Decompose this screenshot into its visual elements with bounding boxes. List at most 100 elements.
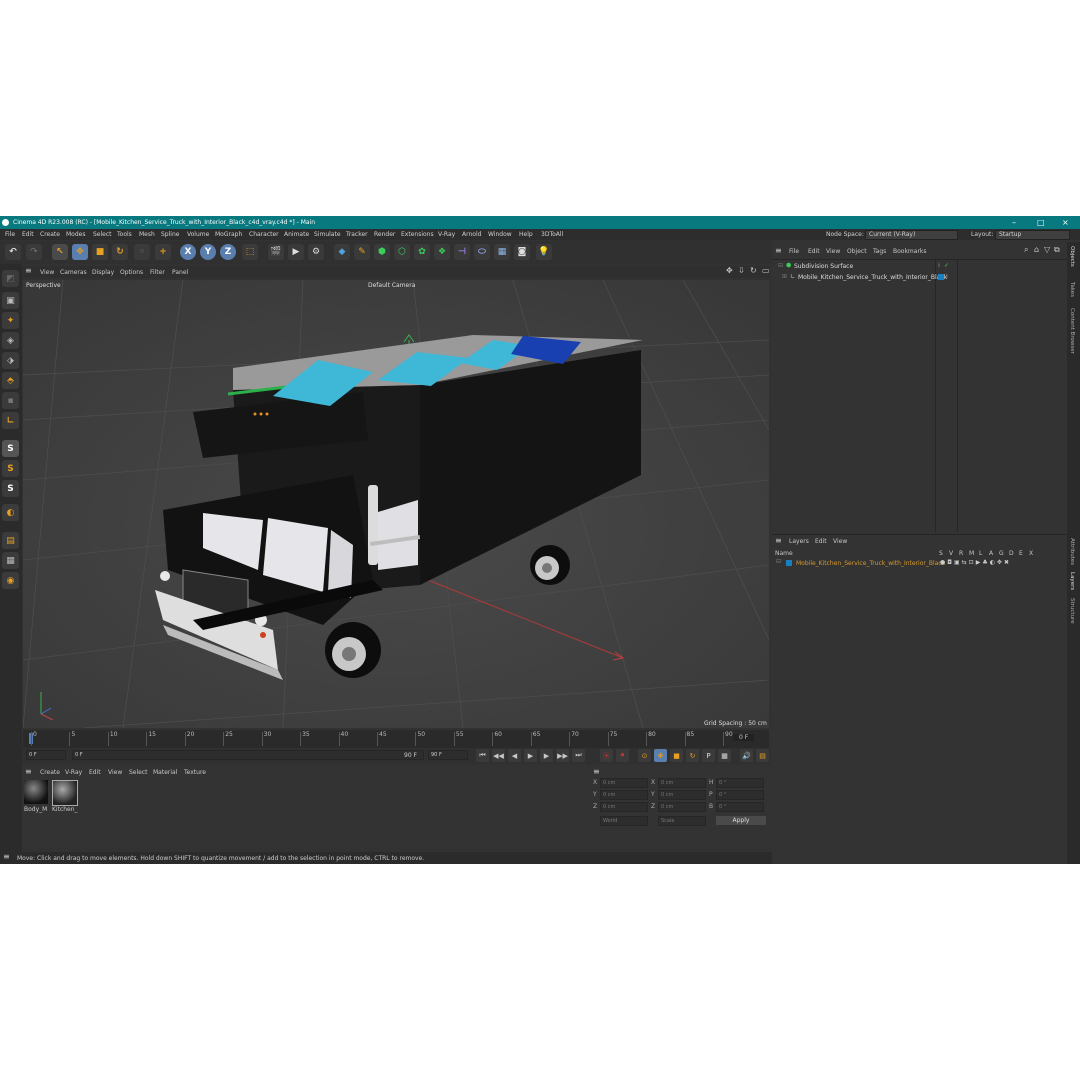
layer-column-header[interactable]: D: [1009, 550, 1014, 557]
mat-menu-material[interactable]: Material: [153, 769, 177, 776]
preview-range-start[interactable]: 0 F: [72, 750, 424, 760]
rotation-p-field[interactable]: 0 °: [716, 790, 764, 800]
mograph-icon[interactable]: ❖: [434, 244, 450, 260]
menu-window[interactable]: Window: [488, 231, 512, 238]
vp-menu-cameras[interactable]: Cameras: [60, 269, 87, 276]
node-space-dropdown[interactable]: Current (V-Ray): [865, 230, 958, 240]
sound-icon[interactable]: 🔊: [740, 749, 753, 762]
object-row[interactable]: ⊞ ∟ Mobile_Kitchen_Service_Truck_with_In…: [782, 273, 948, 283]
solo-off-icon[interactable]: S: [2, 440, 19, 457]
light-icon[interactable]: 💡: [536, 244, 552, 260]
menu-animate[interactable]: Animate: [284, 231, 309, 238]
menu-arnold[interactable]: Arnold: [462, 231, 481, 238]
coord-menu-icon[interactable]: ≡: [593, 767, 600, 776]
layer-menu-icon[interactable]: ≡: [775, 536, 782, 545]
rotate-tool-icon[interactable]: ↻: [112, 244, 128, 260]
tab-content-browser[interactable]: Content Browser: [1069, 308, 1075, 354]
enable-axis-icon[interactable]: ▤: [2, 532, 19, 549]
vp-menu-options[interactable]: Options: [120, 269, 143, 276]
menu-edit[interactable]: Edit: [22, 231, 34, 238]
recent-tool-icon[interactable]: ◦: [134, 244, 150, 260]
key-parameter-icon[interactable]: P: [702, 749, 715, 762]
menu-tools[interactable]: Tools: [117, 231, 132, 238]
layer-color-swatch[interactable]: [938, 274, 944, 280]
layer-menu-layers[interactable]: Layers: [789, 538, 809, 545]
layer-column-header[interactable]: L: [979, 550, 982, 557]
size-mode-dropdown[interactable]: Scale: [658, 816, 706, 826]
menu-create[interactable]: Create: [40, 231, 60, 238]
key-rotation-icon[interactable]: ↻: [686, 749, 699, 762]
vp-menu-display[interactable]: Display: [92, 269, 114, 276]
vp-menu-panel[interactable]: Panel: [172, 269, 188, 276]
key-scale-icon[interactable]: ■: [670, 749, 683, 762]
y-axis-lock-button[interactable]: Y: [200, 244, 216, 260]
vp-menu-filter[interactable]: Filter: [150, 269, 165, 276]
key-pla-icon[interactable]: ▦: [718, 749, 731, 762]
play-forward-icon[interactable]: ▶: [524, 749, 537, 762]
go-to-start-icon[interactable]: ⏮: [476, 749, 489, 762]
coordinate-system-icon[interactable]: ⬚: [242, 244, 258, 260]
pen-spline-icon[interactable]: ✎: [354, 244, 370, 260]
workplane-icon[interactable]: ▦: [2, 552, 19, 569]
vp-menu-view[interactable]: View: [40, 269, 54, 276]
mat-menu-texture[interactable]: Texture: [184, 769, 206, 776]
timeline-ruler[interactable]: 0 5 10 15 20 25 30 35 40 45 50 55 60 65 70 75 80 85 90 0 F: [23, 730, 769, 748]
menu-volume[interactable]: Volume: [187, 231, 209, 238]
edges-mode-icon[interactable]: ⬘: [2, 372, 19, 389]
rotation-b-field[interactable]: 0 °: [716, 802, 764, 812]
live-selection-icon[interactable]: ↖: [52, 244, 68, 260]
keyframe-selection-icon[interactable]: ⊙: [638, 749, 651, 762]
tab-objects[interactable]: Objects: [1069, 246, 1075, 267]
menu-file[interactable]: File: [5, 231, 15, 238]
search-icon[interactable]: ⌕: [1024, 245, 1028, 255]
cloner-icon[interactable]: ✿: [414, 244, 430, 260]
layer-flags-icons[interactable]: ●◘▣⇆⊡▶♣◐✥✖: [940, 559, 1011, 566]
next-key-icon[interactable]: ▶▶: [556, 749, 569, 762]
layer-column-header[interactable]: E: [1019, 550, 1023, 557]
apply-button[interactable]: Apply: [716, 816, 766, 825]
render-view-icon[interactable]: 🎬: [268, 244, 284, 260]
expand-icon[interactable]: ⊟: [778, 262, 783, 269]
menu-spline[interactable]: Spline: [161, 231, 179, 238]
layer-column-header[interactable]: X: [1029, 550, 1033, 557]
position-x-field[interactable]: 0 cm: [600, 778, 648, 788]
start-frame-field[interactable]: 0 F: [26, 750, 66, 760]
make-editable-icon[interactable]: ◩: [2, 270, 19, 287]
enabled-check-icon[interactable]: ✓: [944, 262, 949, 269]
material-name[interactable]: Kitchen_: [52, 806, 78, 813]
menu-modes[interactable]: Modes: [66, 231, 85, 238]
menu-tracker[interactable]: Tracker: [346, 231, 368, 238]
scale-tool-icon[interactable]: ■: [92, 244, 108, 260]
object-menu-icon[interactable]: ≡: [775, 246, 782, 255]
tab-layers[interactable]: Layers: [1069, 572, 1075, 590]
obj-menu-bookmarks[interactable]: Bookmarks: [893, 248, 927, 255]
deformer-icon[interactable]: ⊣: [454, 244, 470, 260]
workplane-mode-icon[interactable]: ◈: [2, 332, 19, 349]
undo-icon[interactable]: ↶: [5, 244, 21, 260]
layout-dropdown[interactable]: Startup: [995, 230, 1070, 240]
extrude-generator-icon[interactable]: ⬡: [394, 244, 410, 260]
layer-column-header[interactable]: R: [959, 550, 963, 557]
record-active-icon[interactable]: ⦿: [600, 749, 613, 762]
layer-column-header[interactable]: A: [989, 550, 993, 557]
filter-icon[interactable]: ▽: [1044, 245, 1050, 254]
tab-structure[interactable]: Structure: [1069, 598, 1075, 624]
expand-icon[interactable]: ⊞: [782, 273, 787, 280]
film-icon[interactable]: ▤: [756, 749, 769, 762]
lock-workplane-icon[interactable]: ◉: [2, 572, 19, 589]
preview-range-end[interactable]: 90 F: [404, 752, 417, 759]
layer-column-header[interactable]: V: [949, 550, 953, 557]
subdivision-surface-icon[interactable]: ⬢: [374, 244, 390, 260]
cube-primitive-icon[interactable]: ◆: [334, 244, 350, 260]
viewport-move-icon[interactable]: ✥: [726, 266, 733, 275]
obj-menu-file[interactable]: File: [789, 248, 799, 255]
visibility-dots-icon[interactable]: ⁞: [938, 262, 940, 269]
uvw-mode-icon[interactable]: ∟: [2, 412, 19, 429]
layer-menu-edit[interactable]: Edit: [815, 538, 827, 545]
end-frame-field[interactable]: 90 F: [428, 750, 468, 760]
tab-takes[interactable]: Takes: [1069, 282, 1075, 297]
expand-icon[interactable]: ⊟: [776, 558, 781, 565]
points-mode-icon[interactable]: ⬗: [2, 352, 19, 369]
object-row[interactable]: ⊟ ⬢ Subdivision Surface ⁞ ✓: [778, 262, 949, 272]
menu-character[interactable]: Character: [249, 231, 279, 238]
